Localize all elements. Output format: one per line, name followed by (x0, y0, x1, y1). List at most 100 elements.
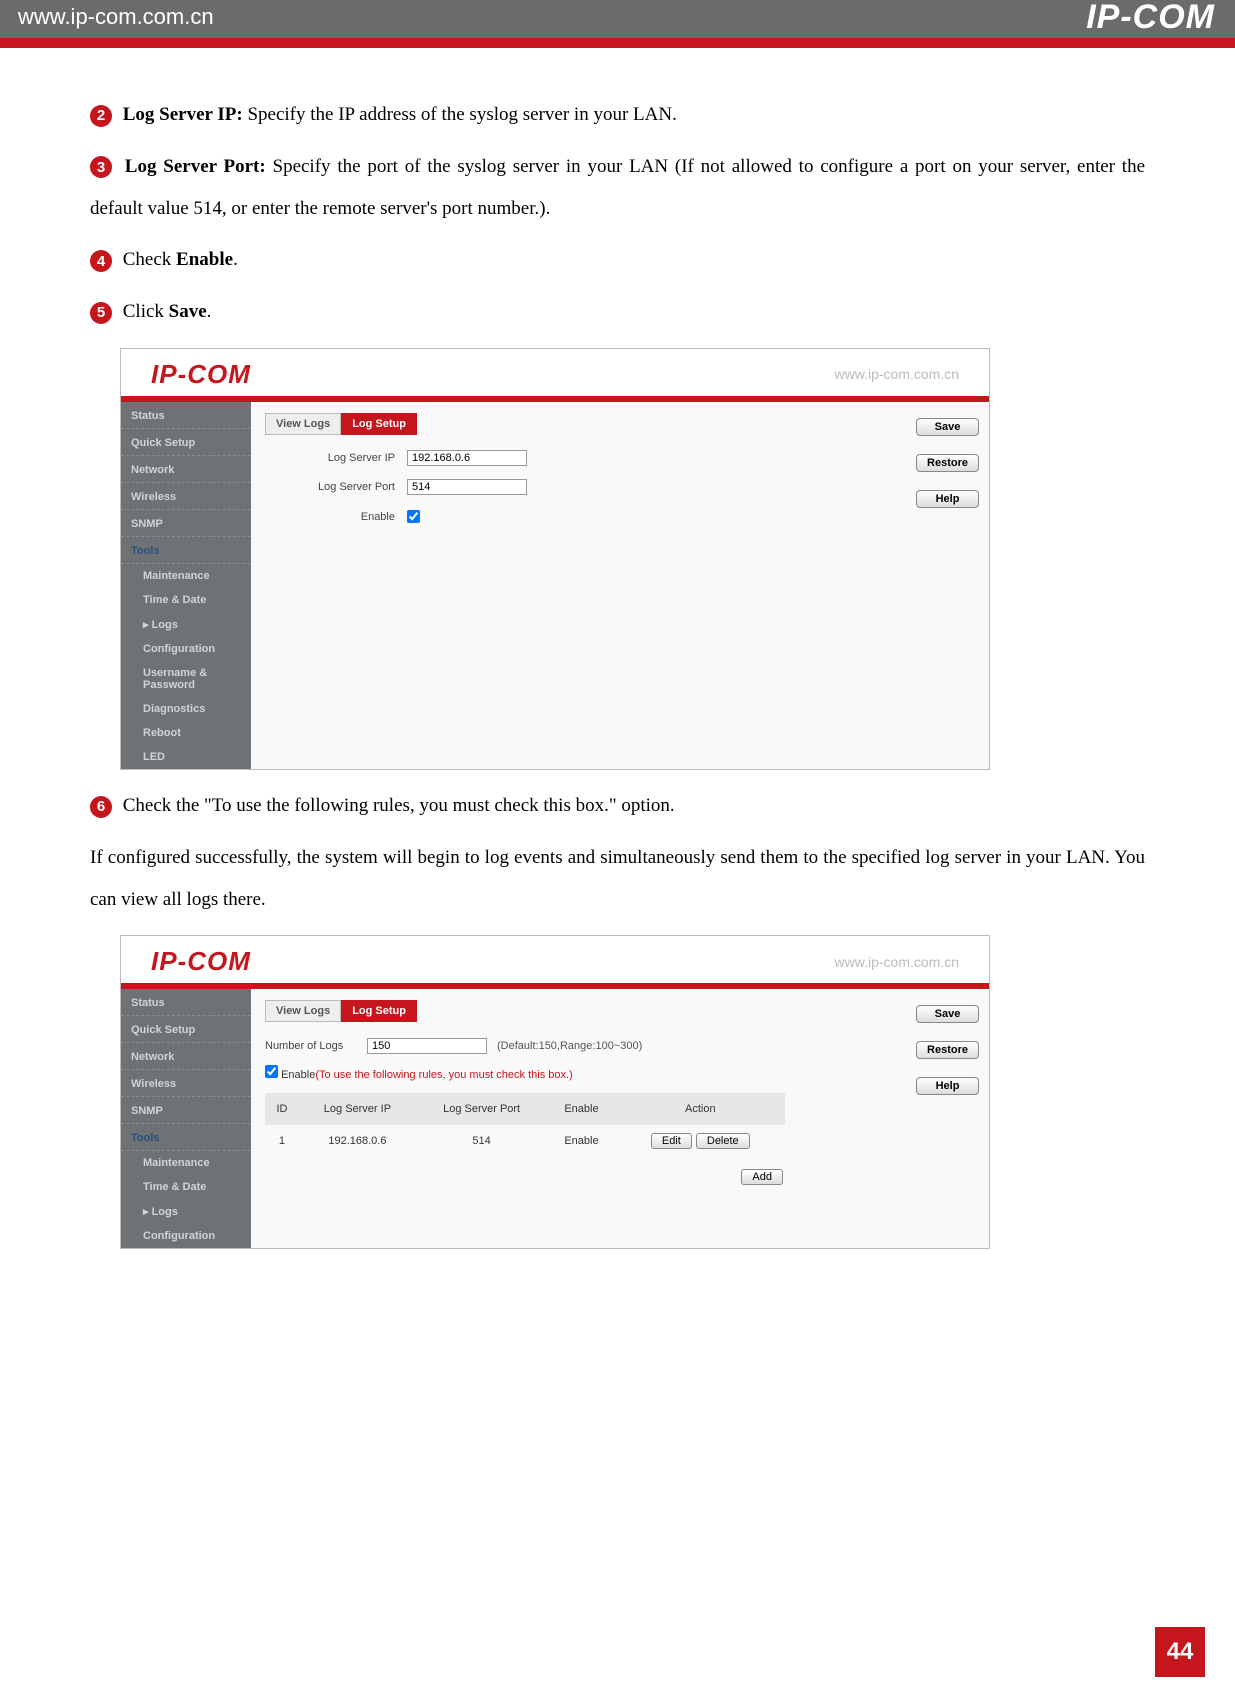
save-button[interactable]: Save (916, 418, 979, 436)
sidebar-item-quick-setup[interactable]: Quick Setup (121, 1016, 251, 1043)
th-id: ID (265, 1093, 299, 1125)
ss1-header: IP-COM www.ip-com.com.cn (121, 349, 989, 396)
th-enable: Enable (547, 1093, 615, 1125)
sidebar-sub-maintenance[interactable]: Maintenance (121, 564, 251, 588)
header-brand: IP-COM (1086, 0, 1215, 37)
sidebar-sub-time-date[interactable]: Time & Date (121, 588, 251, 612)
input-log-server-ip[interactable] (407, 450, 527, 466)
ss1-side-buttons: Save Restore Help (916, 418, 979, 508)
edit-button[interactable]: Edit (651, 1133, 692, 1149)
label-number-of-logs: Number of Logs (265, 1034, 355, 1058)
step-4: 4 Check Enable. (90, 239, 1145, 281)
page-number: 44 (1155, 1627, 1205, 1677)
header-url: www.ip-com.com.cn (18, 4, 214, 29)
input-number-of-logs[interactable] (367, 1038, 487, 1054)
sidebar-item-snmp[interactable]: SNMP (121, 510, 251, 537)
help-button[interactable]: Help (916, 490, 979, 508)
sidebar-sub-username-password[interactable]: Username & Password (121, 661, 251, 697)
th-ip: Log Server IP (299, 1093, 416, 1125)
step-number-5: 5 (90, 302, 112, 324)
step-2-label: Log Server IP: (123, 104, 243, 125)
restore-button[interactable]: Restore (916, 454, 979, 472)
sidebar-item-wireless[interactable]: Wireless (121, 483, 251, 510)
checkbox-enable[interactable] (407, 510, 420, 523)
tab-view-logs[interactable]: View Logs (265, 413, 341, 435)
sidebar-item-snmp[interactable]: SNMP (121, 1097, 251, 1124)
ss2-side-buttons: Save Restore Help (916, 1005, 979, 1095)
label-enable-rules: Enable (281, 1069, 315, 1081)
final-paragraph: If configured successfully, the system w… (90, 837, 1145, 921)
help-button[interactable]: Help (916, 1077, 979, 1095)
ss2-tabs: View LogsLog Setup (265, 999, 975, 1023)
sidebar-sub-led[interactable]: LED (121, 745, 251, 769)
row-number-of-logs: Number of Logs (Default:150,Range:100~30… (265, 1034, 975, 1058)
ss2-sidebar: Status Quick Setup Network Wireless SNMP… (121, 989, 251, 1248)
step-3-label: Log Server Port: (125, 156, 266, 177)
delete-button[interactable]: Delete (696, 1133, 750, 1149)
tab-log-setup[interactable]: Log Setup (341, 413, 417, 435)
step-6: 6 Check the "To use the following rules,… (90, 785, 1145, 827)
ss1-body: Status Quick Setup Network Wireless SNMP… (121, 402, 989, 769)
step-2: 2 Log Server IP: Specify the IP address … (90, 94, 1145, 136)
sidebar-item-network[interactable]: Network (121, 1043, 251, 1070)
ss1-sidebar: Status Quick Setup Network Wireless SNMP… (121, 402, 251, 769)
sidebar-sub-diagnostics[interactable]: Diagnostics (121, 697, 251, 721)
sidebar-item-status[interactable]: Status (121, 402, 251, 429)
tab-log-setup[interactable]: Log Setup (341, 1000, 417, 1022)
sidebar-sub-configuration[interactable]: Configuration (121, 1224, 251, 1248)
sidebar-item-network[interactable]: Network (121, 456, 251, 483)
tab-view-logs[interactable]: View Logs (265, 1000, 341, 1022)
screenshot-2: IP-COM www.ip-com.com.cn Status Quick Se… (120, 935, 990, 1249)
row-enable: Enable (265, 505, 975, 529)
sidebar-item-wireless[interactable]: Wireless (121, 1070, 251, 1097)
sidebar-sub-maintenance[interactable]: Maintenance (121, 1151, 251, 1175)
step-5-bold: Save (169, 301, 207, 322)
ss2-header: IP-COM www.ip-com.com.cn (121, 936, 989, 983)
ss1-main: View LogsLog Setup Log Server IP Log Ser… (251, 402, 989, 769)
rules-header-row: ID Log Server IP Log Server Port Enable … (265, 1093, 785, 1125)
table-row: 1 192.168.0.6 514 Enable EditDelete (265, 1125, 785, 1157)
ss1-logo: IP-COM (151, 359, 251, 390)
step-number-3: 3 (90, 156, 112, 178)
sidebar-sub-time-date[interactable]: Time & Date (121, 1175, 251, 1199)
checkbox-enable-rules[interactable] (265, 1065, 278, 1078)
step-6-text: Check the "To use the following rules, y… (123, 795, 675, 816)
cell-enable: Enable (547, 1125, 615, 1157)
header-red-bar (0, 38, 1235, 48)
step-5: 5 Click Save. (90, 291, 1145, 333)
ss2-body: Status Quick Setup Network Wireless SNMP… (121, 989, 989, 1248)
ss2-logo: IP-COM (151, 946, 251, 977)
ss1-tabs: View LogsLog Setup (265, 412, 975, 436)
sidebar-item-status[interactable]: Status (121, 989, 251, 1016)
ss1-url: www.ip-com.com.cn (835, 366, 959, 382)
label-log-server-port: Log Server Port (265, 475, 395, 499)
hint-number-of-logs: (Default:150,Range:100~300) (497, 1034, 642, 1058)
sidebar-sub-reboot[interactable]: Reboot (121, 721, 251, 745)
step-4-bold: Enable (176, 249, 233, 270)
save-button[interactable]: Save (916, 1005, 979, 1023)
sidebar-item-tools[interactable]: Tools (121, 1124, 251, 1151)
cell-id: 1 (265, 1125, 299, 1157)
ss2-url: www.ip-com.com.cn (835, 954, 959, 970)
sidebar-sub-logs[interactable]: Logs (121, 1199, 251, 1224)
row-enable-rules: Enable(To use the following rules, you m… (265, 1063, 975, 1087)
sidebar-item-quick-setup[interactable]: Quick Setup (121, 429, 251, 456)
screenshot-1: IP-COM www.ip-com.com.cn Status Quick Se… (120, 348, 990, 770)
step-2-text: Specify the IP address of the syslog ser… (247, 104, 676, 125)
ss2-main: View LogsLog Setup Number of Logs (Defau… (251, 989, 989, 1248)
row-log-server-ip: Log Server IP (265, 446, 975, 470)
row-log-server-port: Log Server Port (265, 475, 975, 499)
sidebar-item-tools[interactable]: Tools (121, 537, 251, 564)
cell-action: EditDelete (616, 1125, 785, 1157)
sidebar-sub-logs[interactable]: Logs (121, 612, 251, 637)
th-port: Log Server Port (416, 1093, 547, 1125)
th-action: Action (616, 1093, 785, 1125)
restore-button[interactable]: Restore (916, 1041, 979, 1059)
label-log-server-ip: Log Server IP (265, 446, 395, 470)
input-log-server-port[interactable] (407, 479, 527, 495)
add-button[interactable]: Add (741, 1169, 783, 1185)
document-content: 2 Log Server IP: Specify the IP address … (0, 48, 1235, 1249)
step-number-4: 4 (90, 250, 112, 272)
step-number-2: 2 (90, 105, 112, 127)
sidebar-sub-configuration[interactable]: Configuration (121, 637, 251, 661)
